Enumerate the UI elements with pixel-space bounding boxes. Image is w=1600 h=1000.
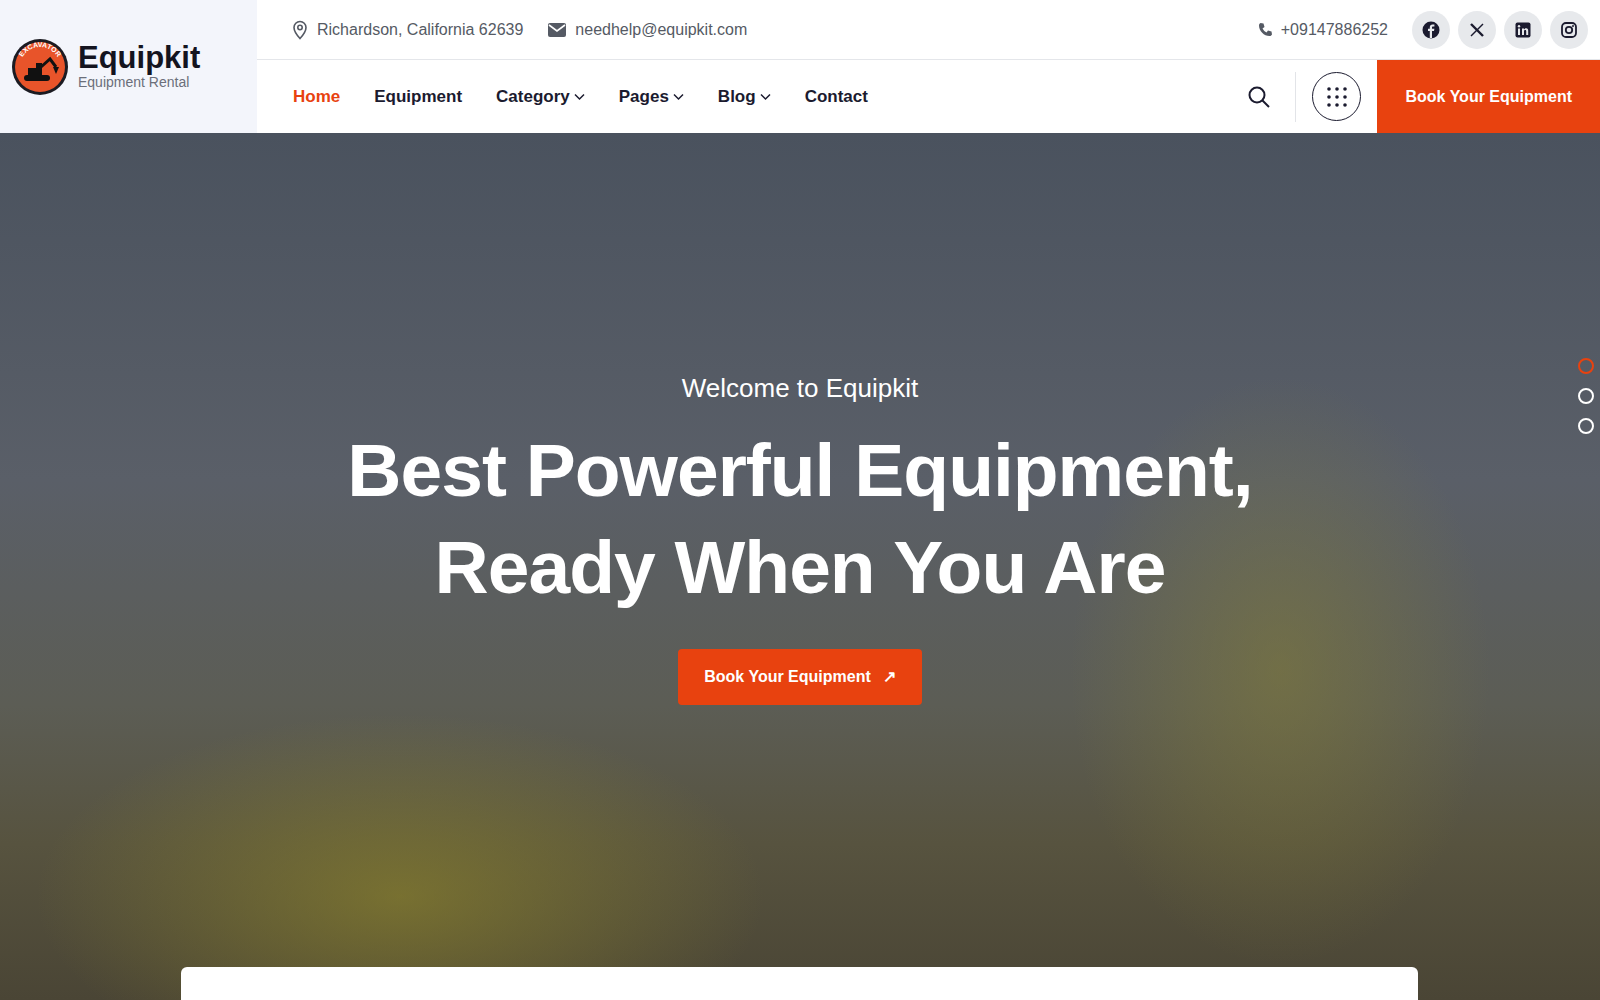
menu-toggle[interactable]	[1312, 72, 1361, 121]
nav-item[interactable]: Home	[293, 84, 340, 110]
top-bar: Richardson, California 62639 needhelp@eq…	[257, 0, 1600, 60]
hero-title: Best Powerful Equipment,Ready When You A…	[347, 422, 1252, 617]
x-logo-icon	[1469, 22, 1485, 38]
nav-item[interactable]: Category	[496, 84, 585, 110]
arrow-icon: ↗	[883, 665, 896, 689]
excavator-logo-icon: EXCAVATOR	[10, 37, 70, 97]
search-icon[interactable]	[1247, 85, 1271, 109]
linkedin-icon	[1515, 22, 1531, 38]
hero-title-line: Best Powerful Equipment,	[347, 422, 1252, 520]
book-equipment-button[interactable]: Book Your Equipment	[1377, 60, 1600, 133]
logo-name: Equipkit	[78, 42, 200, 75]
phone-icon	[1257, 22, 1273, 38]
hero-button-label: Book Your Equipment	[704, 665, 871, 689]
nav-item-label: Category	[496, 84, 570, 110]
main-nav: Home Equipment Category Pages Blog Contact Bo…	[257, 60, 1600, 133]
email-text[interactable]: needhelp@equipkit.com	[575, 18, 747, 42]
site-header: EXCAVATOR Equipkit Equipment Rental Rich…	[0, 0, 1600, 133]
grid-dots-icon	[1326, 86, 1348, 108]
instagram-link[interactable]	[1550, 11, 1588, 49]
linkedin-link[interactable]	[1504, 11, 1542, 49]
nav-item-label: Equipment	[374, 84, 462, 110]
hero-book-button[interactable]: Book Your Equipment ↗	[678, 649, 922, 705]
nav-item[interactable]: Blog	[718, 84, 771, 110]
email[interactable]: needhelp@equipkit.com	[547, 18, 747, 42]
address-text: Richardson, California 62639	[317, 18, 523, 42]
slider-dot[interactable]	[1578, 418, 1594, 434]
hero-banner: Welcome to Equipkit Best Powerful Equipm…	[0, 133, 1600, 1000]
address: Richardson, California 62639	[291, 18, 523, 42]
x-link[interactable]	[1458, 11, 1496, 49]
nav-item-label: Pages	[619, 84, 669, 110]
logo-tagline: Equipment Rental	[78, 74, 200, 91]
nav-item-label: Contact	[805, 84, 868, 110]
facebook-icon	[1422, 21, 1440, 39]
chevron-down-icon	[673, 93, 684, 101]
facebook-link[interactable]	[1412, 11, 1450, 49]
hero-subtitle: Welcome to Equipkit	[682, 369, 919, 408]
svg-text:EXCAVATOR: EXCAVATOR	[17, 40, 62, 57]
slider-dot[interactable]	[1578, 388, 1594, 404]
location-pin-icon	[291, 20, 309, 40]
slider-pagination	[1578, 358, 1594, 434]
booking-card	[181, 967, 1418, 1000]
nav-divider	[1295, 72, 1296, 122]
chevron-down-icon	[760, 93, 771, 101]
nav-item-label: Blog	[718, 84, 756, 110]
envelope-icon	[547, 22, 567, 38]
chevron-down-icon	[574, 93, 585, 101]
nav-item[interactable]: Pages	[619, 84, 684, 110]
phone-text[interactable]: +09147886252	[1281, 18, 1388, 42]
nav-item[interactable]: Contact	[805, 84, 868, 110]
nav-item-label: Home	[293, 84, 340, 110]
nav-item[interactable]: Equipment	[374, 84, 462, 110]
instagram-icon	[1561, 22, 1577, 38]
hero-title-line: Ready When You Are	[347, 519, 1252, 617]
logo[interactable]: EXCAVATOR Equipkit Equipment Rental	[0, 0, 257, 133]
nav-menu: Home Equipment Category Pages Blog Contact	[293, 84, 868, 110]
slider-dot[interactable]	[1578, 358, 1594, 374]
phone[interactable]: +09147886252	[1257, 18, 1388, 42]
social-links	[1412, 11, 1588, 49]
